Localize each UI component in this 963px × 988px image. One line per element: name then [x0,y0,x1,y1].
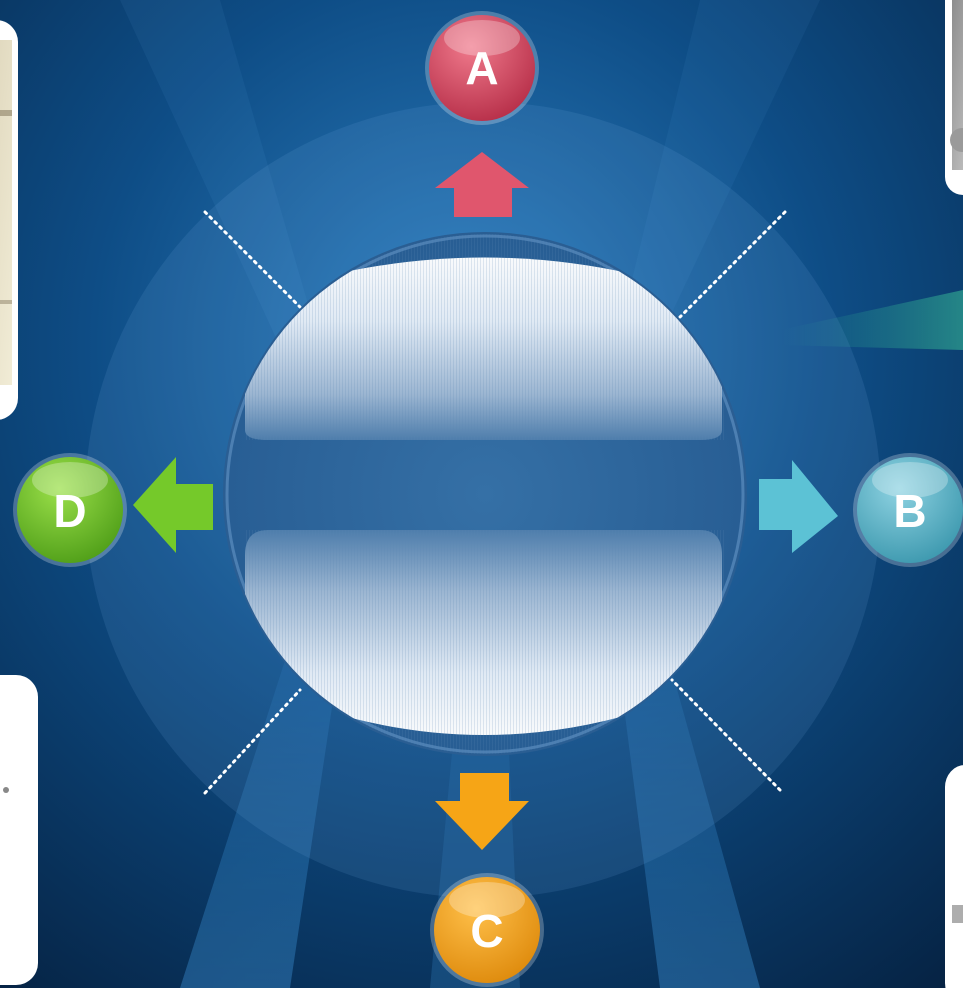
node-c: C [430,873,544,987]
corner-photo-bottom-left [0,675,38,985]
corner-photo-top-right [945,0,963,195]
node-b-label: B [893,485,926,537]
diagram-canvas: A B C D [0,0,963,988]
node-d-label: D [53,485,86,537]
node-b: B [853,453,963,567]
corner-photo-top-left [0,20,18,420]
node-c-label: C [470,905,503,957]
node-d: D [13,453,127,567]
center-globe [223,232,747,756]
node-a-label: A [465,42,498,94]
node-a: A [425,11,539,125]
corner-photo-bottom-right [945,765,963,988]
